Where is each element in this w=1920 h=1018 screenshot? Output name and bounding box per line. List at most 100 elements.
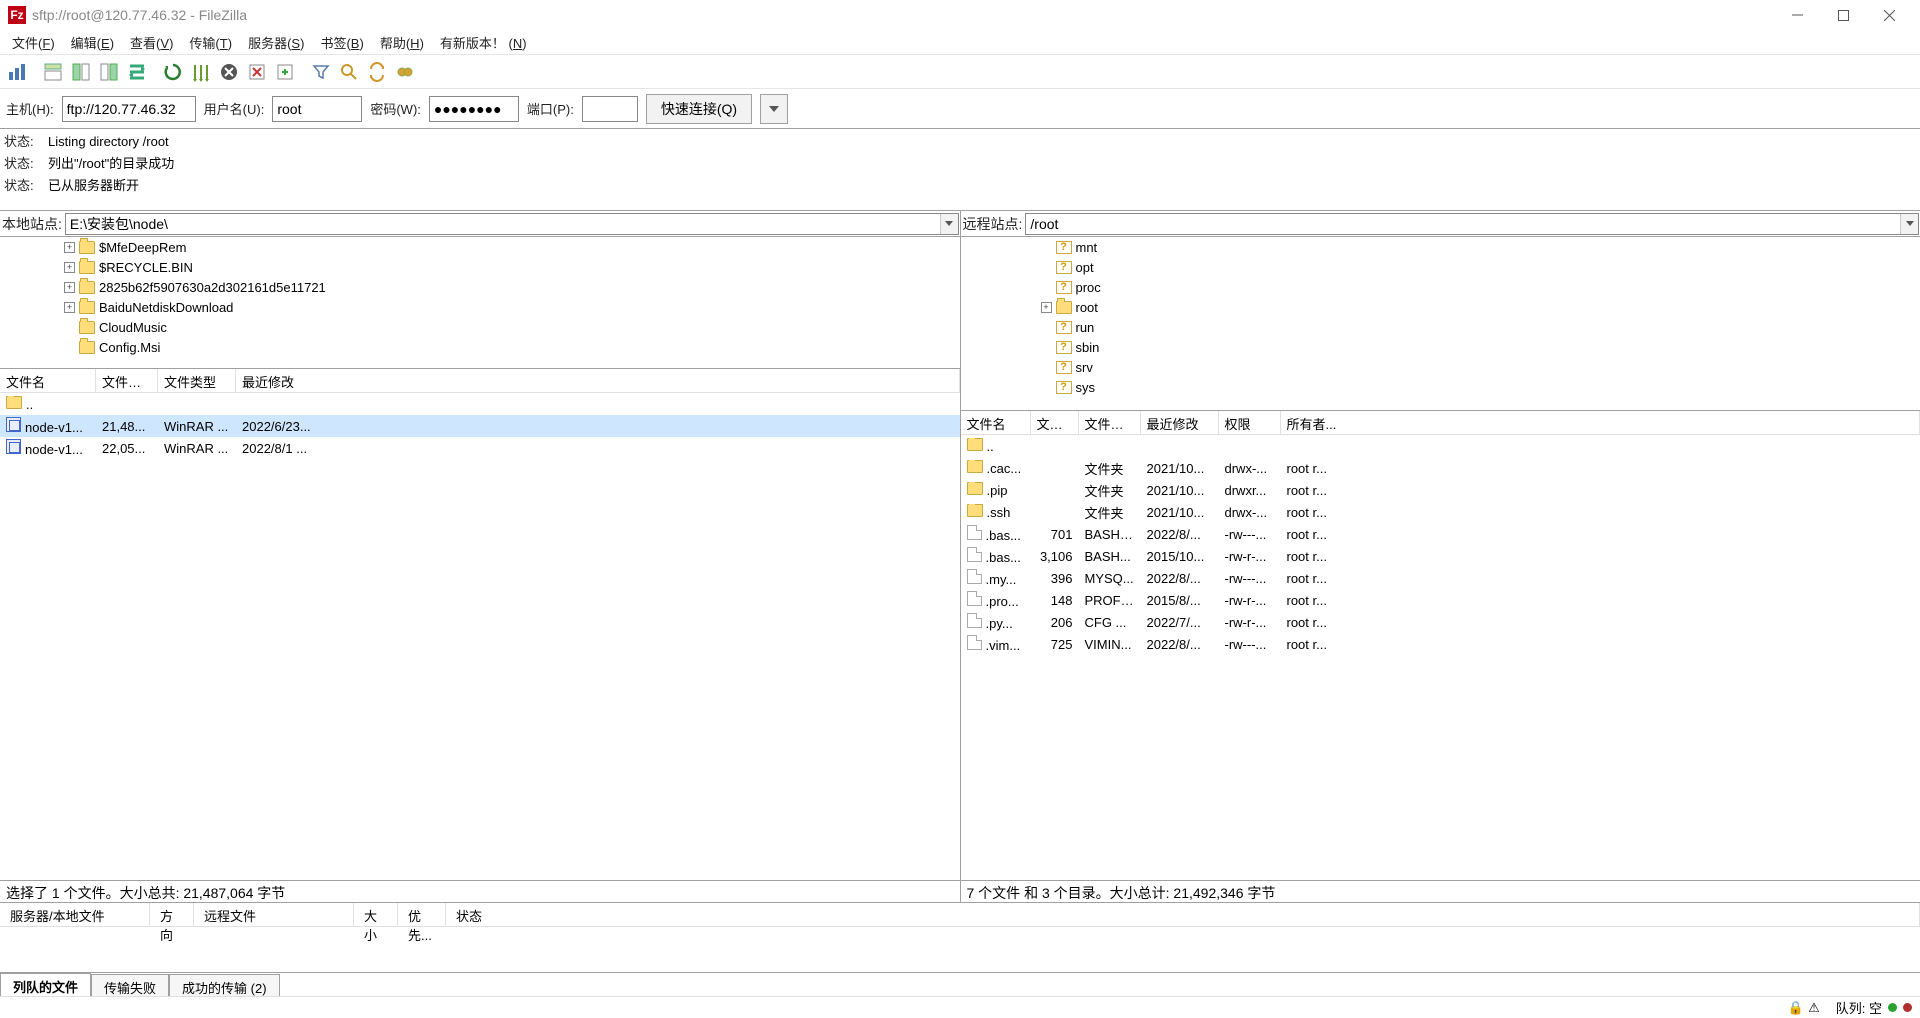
process-queue-button[interactable]: [188, 59, 214, 85]
refresh-button[interactable]: [160, 59, 186, 85]
message-log[interactable]: 状态:Listing directory /root状态:列出"/root"的目…: [0, 128, 1920, 210]
sync-browsing-button[interactable]: [364, 59, 390, 85]
file-row[interactable]: ..: [0, 393, 960, 415]
file-row[interactable]: .ssh文件夹2021/10...drwx-...root r...: [961, 501, 1920, 523]
expand-icon[interactable]: +: [1041, 302, 1052, 313]
col-type[interactable]: 文件类...: [1079, 411, 1141, 434]
tree-item[interactable]: ?mnt: [961, 237, 1920, 257]
file-row[interactable]: .vim...725VIMIN...2022/8/...-rw---...roo…: [961, 633, 1920, 655]
site-manager-button[interactable]: [4, 59, 30, 85]
tree-item[interactable]: ?run: [961, 317, 1920, 337]
qcol-priority[interactable]: 优先...: [398, 903, 446, 926]
tree-item[interactable]: Config.Msi: [0, 337, 960, 357]
tab-success[interactable]: 成功的传输 (2): [169, 974, 280, 996]
local-site-path[interactable]: E:\安装包\node\: [66, 214, 940, 234]
local-filelist-body[interactable]: ..node-v1...21,48...WinRAR ...2022/6/23.…: [0, 393, 960, 880]
qcol-remote-file[interactable]: 远程文件: [194, 903, 354, 926]
tree-item[interactable]: +$RECYCLE.BIN: [0, 257, 960, 277]
local-site-combo[interactable]: E:\安装包\node\: [65, 213, 959, 235]
col-owner[interactable]: 所有者...: [1281, 411, 1920, 434]
chevron-down-icon[interactable]: [1900, 214, 1918, 234]
col-permissions[interactable]: 权限: [1219, 411, 1281, 434]
qcol-status[interactable]: 状态: [446, 903, 1920, 926]
port-input[interactable]: [582, 96, 638, 122]
tree-item[interactable]: CloudMusic: [0, 317, 960, 337]
expand-icon[interactable]: +: [64, 302, 75, 313]
user-input[interactable]: [272, 96, 362, 122]
file-row[interactable]: .cac...文件夹2021/10...drwx-...root r...: [961, 457, 1920, 479]
file-row[interactable]: node-v1...22,05...WinRAR ...2022/8/1 ...: [0, 437, 960, 459]
minimize-button[interactable]: [1774, 0, 1820, 30]
col-modified[interactable]: 最近修改: [236, 369, 960, 392]
menu-view[interactable]: 查看(V): [122, 31, 181, 54]
tab-failed[interactable]: 传输失败: [91, 974, 169, 996]
remote-tree[interactable]: ?mnt?opt?proc+root?run?sbin?srv?sys: [961, 237, 1920, 411]
tree-item[interactable]: ?opt: [961, 257, 1920, 277]
tree-item[interactable]: +root: [961, 297, 1920, 317]
file-row[interactable]: .my...396MYSQ...2022/8/...-rw---...root …: [961, 567, 1920, 589]
menu-server[interactable]: 服务器(S): [240, 31, 312, 54]
tree-item[interactable]: ?srv: [961, 357, 1920, 377]
file-row[interactable]: .py...206CFG ...2022/7/...-rw-r-...root …: [961, 611, 1920, 633]
menu-file[interactable]: 文件(F): [4, 31, 63, 54]
host-input[interactable]: [62, 96, 196, 122]
tree-item[interactable]: +2825b62f5907630a2d302161d5e11721: [0, 277, 960, 297]
tree-item-label: Config.Msi: [99, 340, 160, 355]
file-row[interactable]: .bas...3,106BASH...2015/10...-rw-r-...ro…: [961, 545, 1920, 567]
col-name[interactable]: 文件名: [0, 369, 96, 392]
expand-icon[interactable]: +: [64, 282, 75, 293]
tree-item-label: mnt: [1076, 240, 1098, 255]
maximize-button[interactable]: [1820, 0, 1866, 30]
filter-button[interactable]: [308, 59, 334, 85]
toggle-remotetree-button[interactable]: [96, 59, 122, 85]
tree-item[interactable]: ?sys: [961, 377, 1920, 397]
tree-item[interactable]: +$MfeDeepRem: [0, 237, 960, 257]
qcol-size[interactable]: 大小: [354, 903, 398, 926]
col-modified[interactable]: 最近修改: [1141, 411, 1219, 434]
close-button[interactable]: [1866, 0, 1912, 30]
qcol-file[interactable]: 服务器/本地文件: [0, 903, 150, 926]
toggle-log-button[interactable]: [40, 59, 66, 85]
remote-filelist-body[interactable]: ...cac...文件夹2021/10...drwx-...root r....…: [961, 435, 1920, 880]
menu-bookmark[interactable]: 书签(B): [312, 31, 371, 54]
menu-help[interactable]: 帮助(H): [372, 31, 432, 54]
cancel-button[interactable]: [216, 59, 242, 85]
qcol-direction[interactable]: 方向: [150, 903, 194, 926]
compare-button[interactable]: [336, 59, 362, 85]
folder-icon: [967, 438, 983, 451]
tree-item[interactable]: ?sbin: [961, 337, 1920, 357]
toggle-queue-button[interactable]: [124, 59, 150, 85]
file-row[interactable]: node-v1...21,48...WinRAR ...2022/6/23...: [0, 415, 960, 437]
remote-site-path[interactable]: /root: [1026, 216, 1900, 232]
col-size[interactable]: 文件大...: [96, 369, 158, 392]
menu-edit[interactable]: 编辑(E): [63, 31, 122, 54]
tree-item[interactable]: ?proc: [961, 277, 1920, 297]
remote-site-combo[interactable]: /root: [1025, 213, 1919, 235]
col-type[interactable]: 文件类型: [158, 369, 236, 392]
pass-input[interactable]: [429, 96, 519, 122]
col-name[interactable]: 文件名: [961, 411, 1031, 434]
file-row[interactable]: .pip文件夹2021/10...drwxr...root r...: [961, 479, 1920, 501]
expand-icon[interactable]: +: [64, 242, 75, 253]
file-icon: [967, 547, 982, 562]
col-size[interactable]: 文件...: [1031, 411, 1079, 434]
search-button[interactable]: [392, 59, 418, 85]
queue-body[interactable]: [0, 927, 1920, 972]
tree-item-label: opt: [1076, 260, 1094, 275]
disconnect-button[interactable]: [244, 59, 270, 85]
file-row[interactable]: .bas...701BASH_...2022/8/...-rw---...roo…: [961, 523, 1920, 545]
toggle-localtree-button[interactable]: [68, 59, 94, 85]
log-row: 状态:已从服务器断开: [4, 175, 1916, 197]
file-row[interactable]: .pro...148PROFI...2015/8/...-rw-r-...roo…: [961, 589, 1920, 611]
file-row[interactable]: ..: [961, 435, 1920, 457]
local-tree[interactable]: +$MfeDeepRem+$RECYCLE.BIN+2825b62f590763…: [0, 237, 960, 369]
menu-new-version[interactable]: 有新版本！ (N): [432, 31, 535, 54]
tree-item[interactable]: +BaiduNetdiskDownload: [0, 297, 960, 317]
expand-icon[interactable]: +: [64, 262, 75, 273]
quickconnect-history-button[interactable]: [760, 94, 788, 124]
quickconnect-button[interactable]: 快速连接(Q): [646, 94, 752, 124]
reconnect-button[interactable]: [272, 59, 298, 85]
tab-queued[interactable]: 列队的文件: [0, 973, 91, 996]
chevron-down-icon[interactable]: [940, 214, 958, 234]
menu-transfer[interactable]: 传输(T): [181, 31, 240, 54]
